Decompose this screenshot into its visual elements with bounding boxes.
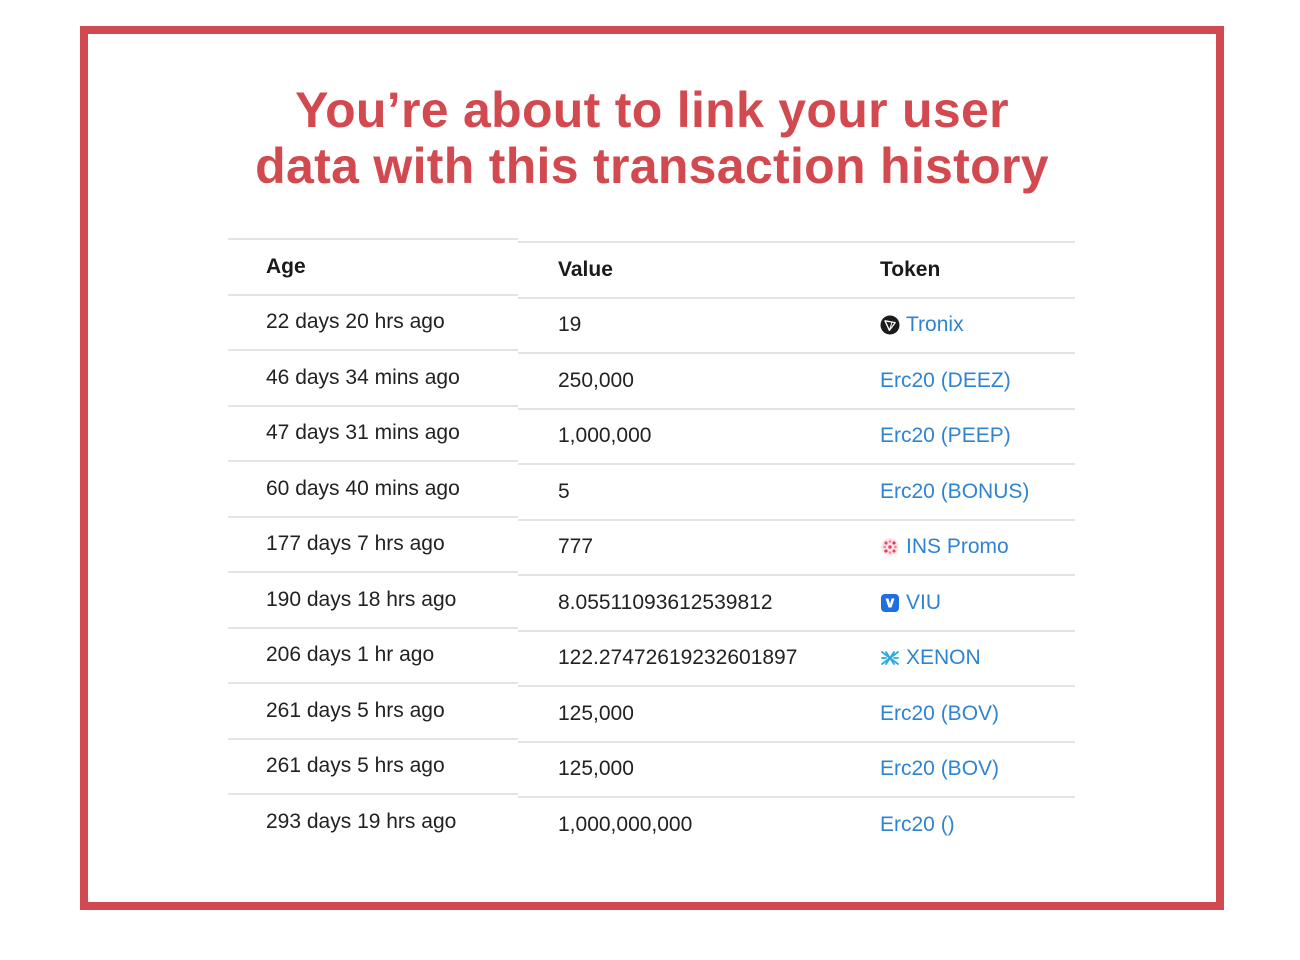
- token-cell: Erc20 (): [880, 796, 1075, 852]
- token-link[interactable]: Tronix: [880, 313, 964, 337]
- token-link[interactable]: XENON: [880, 646, 981, 670]
- page-title: You’re about to link your user data with…: [88, 82, 1216, 194]
- age-cell: 206 days 1 hr ago: [228, 626, 518, 683]
- tronix-icon: [880, 315, 900, 335]
- value-cell: 122.27472619232601897: [518, 629, 880, 686]
- token-cell: INS Promo: [880, 518, 1075, 575]
- token-cell: XENON: [880, 629, 1075, 686]
- token-label: INS Promo: [906, 535, 1009, 559]
- token-link[interactable]: Erc20 (): [880, 813, 955, 837]
- age-cell: 190 days 18 hrs ago: [228, 571, 518, 627]
- age-cell: 261 days 5 hrs ago: [228, 682, 518, 738]
- token-link[interactable]: Erc20 (BOV): [880, 757, 999, 781]
- value-cell: 19: [518, 296, 880, 353]
- token-label: VIU: [906, 590, 942, 614]
- value-cell: 125,000: [518, 740, 880, 797]
- token-link[interactable]: Erc20 (BONUS): [880, 480, 1029, 504]
- age-cell: 46 days 34 mins ago: [228, 349, 518, 405]
- token-link[interactable]: INS Promo: [880, 535, 1009, 559]
- token-column-header: Token: [880, 241, 1075, 297]
- value-cell: 1,000,000: [518, 407, 880, 464]
- ins-promo-icon: [880, 537, 900, 557]
- token-cell: VIU: [880, 574, 1075, 630]
- token-cell: Erc20 (BOV): [880, 740, 1075, 797]
- token-label: Erc20 (BOV): [880, 701, 1000, 725]
- value-column: Value 19 250,000 1,000,000 5 777 8.0551109361…: [518, 241, 880, 852]
- age-cell: 177 days 7 hrs ago: [228, 515, 518, 572]
- token-label: Erc20 (): [880, 812, 955, 836]
- age-cell: 293 days 19 hrs ago: [228, 793, 518, 849]
- value-cell: 125,000: [518, 685, 880, 741]
- token-label: Erc20 (BOV): [880, 757, 1000, 781]
- token-label: Erc20 (DEEZ): [880, 368, 1011, 392]
- value-column-header: Value: [518, 241, 880, 297]
- age-column: Age 22 days 20 hrs ago 46 days 34 mins ag…: [228, 238, 518, 849]
- token-cell: Erc20 (PEEP): [880, 407, 1075, 464]
- age-column-header: Age: [228, 238, 518, 294]
- token-link[interactable]: Erc20 (PEEP): [880, 424, 1011, 448]
- token-cell: Erc20 (DEEZ): [880, 352, 1075, 408]
- token-link[interactable]: Erc20 (BOV): [880, 702, 999, 726]
- token-cell: Tronix: [880, 296, 1075, 353]
- token-cell: Erc20 (BONUS): [880, 463, 1075, 519]
- value-cell: 250,000: [518, 352, 880, 408]
- token-link[interactable]: Erc20 (DEEZ): [880, 369, 1011, 393]
- page-title-line-1: You’re about to link your user: [295, 82, 1009, 138]
- token-label: Erc20 (PEEP): [880, 424, 1011, 448]
- token-label: Erc20 (BONUS): [880, 479, 1030, 503]
- warning-frame: You’re about to link your user data with…: [80, 26, 1224, 910]
- token-cell: Erc20 (BOV): [880, 685, 1075, 741]
- token-label: XENON: [906, 646, 981, 670]
- token-column: Token Tronix Erc20 (DEEZ) Erc20 (PEEP) Erc2…: [880, 241, 1075, 852]
- xenon-icon: [880, 648, 900, 668]
- token-label: Tronix: [906, 313, 964, 337]
- value-cell: 8.05511093612539812: [518, 574, 880, 630]
- value-cell: 1,000,000,000: [518, 796, 880, 852]
- viu-icon: [880, 593, 900, 613]
- value-cell: 777: [518, 518, 880, 575]
- page-title-line-2: data with this transaction history: [255, 138, 1049, 194]
- age-cell: 47 days 31 mins ago: [228, 404, 518, 461]
- age-cell: 22 days 20 hrs ago: [228, 293, 518, 350]
- value-cell: 5: [518, 463, 880, 519]
- age-cell: 261 days 5 hrs ago: [228, 737, 518, 794]
- token-link[interactable]: VIU: [880, 591, 941, 615]
- age-cell: 60 days 40 mins ago: [228, 460, 518, 516]
